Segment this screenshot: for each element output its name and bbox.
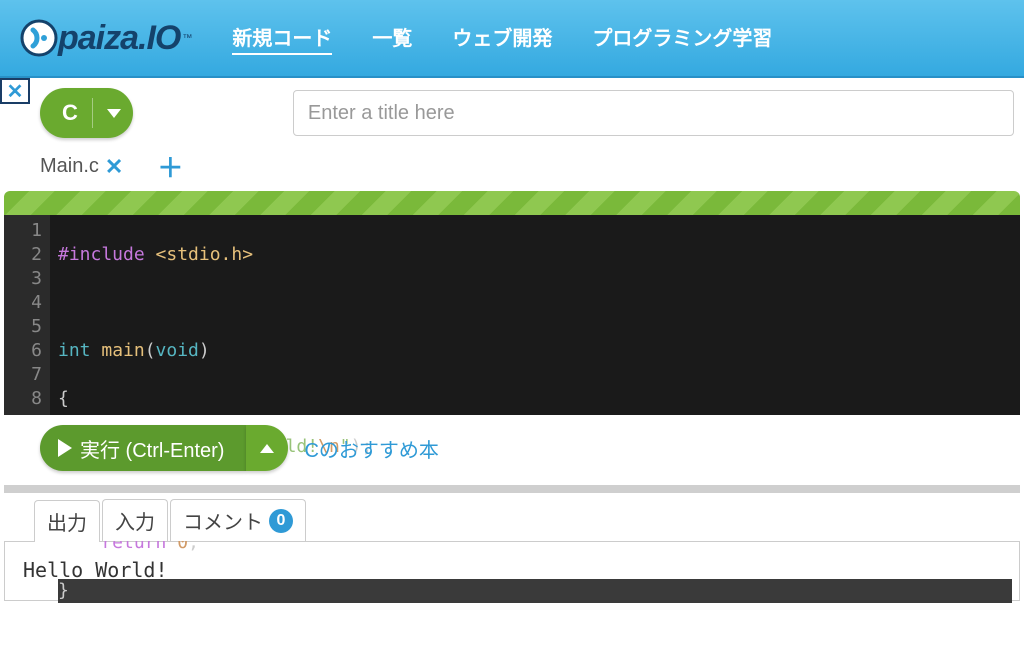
logo-text: paiza.IO	[58, 19, 180, 58]
chevron-down-icon	[107, 109, 121, 118]
line-number: 1	[12, 219, 42, 243]
language-selector[interactable]: C	[40, 88, 133, 138]
run-label: 実行 (Ctrl-Enter)	[80, 434, 224, 463]
editor-top-stripe	[4, 191, 1020, 215]
line-number: 3	[12, 267, 42, 291]
top-nav: 新規コード 一覧 ウェブ開発 プログラミング学習	[232, 22, 772, 55]
divider	[92, 98, 93, 128]
output-text: Hello World!	[23, 558, 168, 582]
comment-count-badge: 0	[269, 509, 293, 533]
run-button[interactable]: 実行 (Ctrl-Enter)	[40, 425, 246, 471]
nav-web-dev[interactable]: ウェブ開発	[452, 22, 552, 55]
logo-tm: ™	[182, 33, 192, 44]
close-icon[interactable]: ✕	[105, 154, 123, 180]
file-tab-label: Main.c	[40, 155, 99, 178]
code-area[interactable]: #include <stdio.h> int main(void) { prin…	[50, 215, 1020, 415]
code-token: #include	[58, 244, 145, 265]
line-number: 2	[12, 243, 42, 267]
tab-comment[interactable]: コメント 0	[170, 499, 306, 541]
code-editor: 1 2 3 4 5 6 7 8 #include <stdio.h> int m…	[4, 191, 1020, 415]
play-icon	[58, 439, 72, 457]
recommend-link[interactable]: Cのおすすめ本	[304, 434, 438, 463]
line-number: 7	[12, 363, 42, 387]
nav-new-code[interactable]: 新規コード	[232, 22, 332, 55]
nav-learning[interactable]: プログラミング学習	[592, 22, 772, 55]
close-ad-icon[interactable]: ✕	[0, 78, 30, 104]
logo-icon	[20, 18, 58, 58]
chevron-up-icon	[260, 444, 274, 453]
code-token: }	[58, 580, 69, 601]
tab-input[interactable]: 入力	[102, 499, 168, 541]
nav-list[interactable]: 一覧	[372, 22, 412, 55]
code-token: (	[145, 340, 156, 361]
tab-label: 入力	[115, 506, 155, 535]
app-header: paiza.IO ™ 新規コード 一覧 ウェブ開発 プログラミング学習	[0, 0, 1024, 78]
code-token: )	[199, 340, 210, 361]
title-input[interactable]	[293, 90, 1014, 136]
code-token: void	[156, 340, 199, 361]
editor-body[interactable]: 1 2 3 4 5 6 7 8 #include <stdio.h> int m…	[4, 215, 1020, 415]
line-number: 6	[12, 339, 42, 363]
tab-label: コメント	[183, 506, 263, 535]
line-gutter: 1 2 3 4 5 6 7 8	[4, 215, 50, 415]
tab-label: 出力	[47, 507, 87, 536]
code-token: int	[58, 340, 91, 361]
language-label: C	[62, 100, 78, 126]
code-token: {	[58, 388, 69, 409]
line-number: 5	[12, 315, 42, 339]
add-tab-icon[interactable]: ＋	[157, 148, 183, 185]
file-tab[interactable]: Main.c ✕	[40, 154, 123, 180]
code-token: <stdio.h>	[145, 244, 253, 265]
code-token: main	[91, 340, 145, 361]
line-number: 8	[12, 387, 42, 411]
toolbar: ✕ C	[0, 78, 1024, 138]
file-tabs: Main.c ✕ ＋	[0, 138, 1024, 191]
tab-output[interactable]: 出力	[34, 500, 100, 542]
line-number: 4	[12, 291, 42, 315]
logo[interactable]: paiza.IO ™	[20, 18, 192, 58]
